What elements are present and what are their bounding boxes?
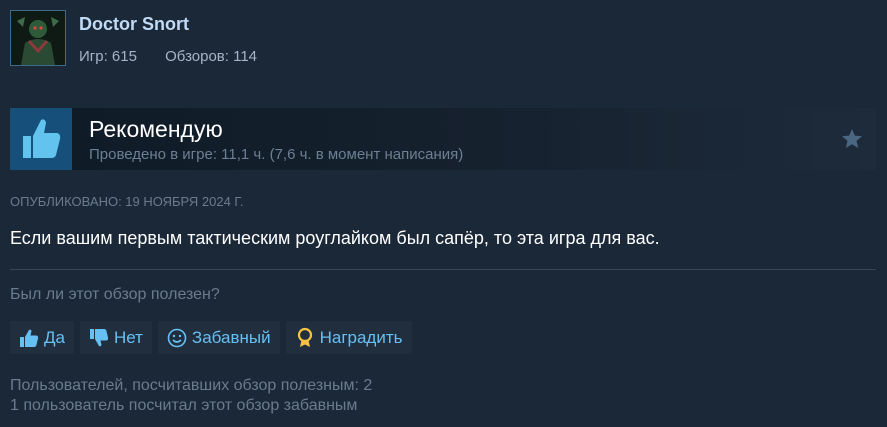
recommended-thumb: [10, 108, 72, 170]
author-reviews-count[interactable]: Обзоров: 114: [165, 48, 257, 65]
vote-no-button[interactable]: Нет: [79, 321, 152, 354]
avatar-image: [11, 11, 65, 65]
thumbs-up-icon: [23, 119, 61, 158]
posted-date: ОПУБЛИКОВАНО: 19 НОЯБРЯ 2024 Г.: [10, 194, 244, 209]
smile-icon: [167, 328, 187, 347]
thumbs-up-icon: [20, 329, 39, 347]
recommendation-title[interactable]: Рекомендую: [89, 116, 223, 143]
vote-funny-label: Забавный: [191, 327, 271, 347]
review-page: Doctor Snort Игр: 615 Обзоров: 114 Реком…: [0, 0, 887, 427]
award-label: Наградить: [319, 327, 403, 347]
author-name[interactable]: Doctor Snort: [79, 14, 189, 35]
playtime-info: Проведено в игре: 11,1 ч. (7,6 ч. в моме…: [89, 146, 464, 163]
review-stats: Пользователей, посчитавших обзор полезны…: [10, 376, 372, 416]
helpful-count: Пользователей, посчитавших обзор полезны…: [10, 377, 373, 394]
helpful-question: Был ли этот обзор полезен?: [10, 286, 220, 303]
vote-no-label: Нет: [113, 327, 143, 347]
thumbs-down-icon: [89, 328, 109, 346]
author-games-count[interactable]: Игр: 615: [79, 48, 137, 65]
vote-funny-button[interactable]: Забавный: [157, 321, 280, 354]
author-stats: Игр: 615 Обзоров: 114: [79, 48, 257, 65]
funny-count: 1 пользователь посчитал этот обзор забав…: [10, 397, 358, 414]
author-avatar[interactable]: [10, 10, 66, 66]
review-text: Если вашим первым тактическим роуглайком…: [10, 228, 660, 248]
vote-yes-button[interactable]: Да: [10, 321, 74, 354]
vote-buttons: Да Нет Забавный Наградить: [10, 321, 412, 354]
award-button[interactable]: Наградить: [285, 321, 412, 354]
star-icon[interactable]: [840, 127, 864, 151]
recommendation-bar: Рекомендую Проведено в игре: 11,1 ч. (7,…: [10, 108, 876, 170]
divider: [10, 269, 876, 270]
vote-yes-label: Да: [44, 327, 65, 347]
award-medal-icon: [297, 327, 312, 347]
